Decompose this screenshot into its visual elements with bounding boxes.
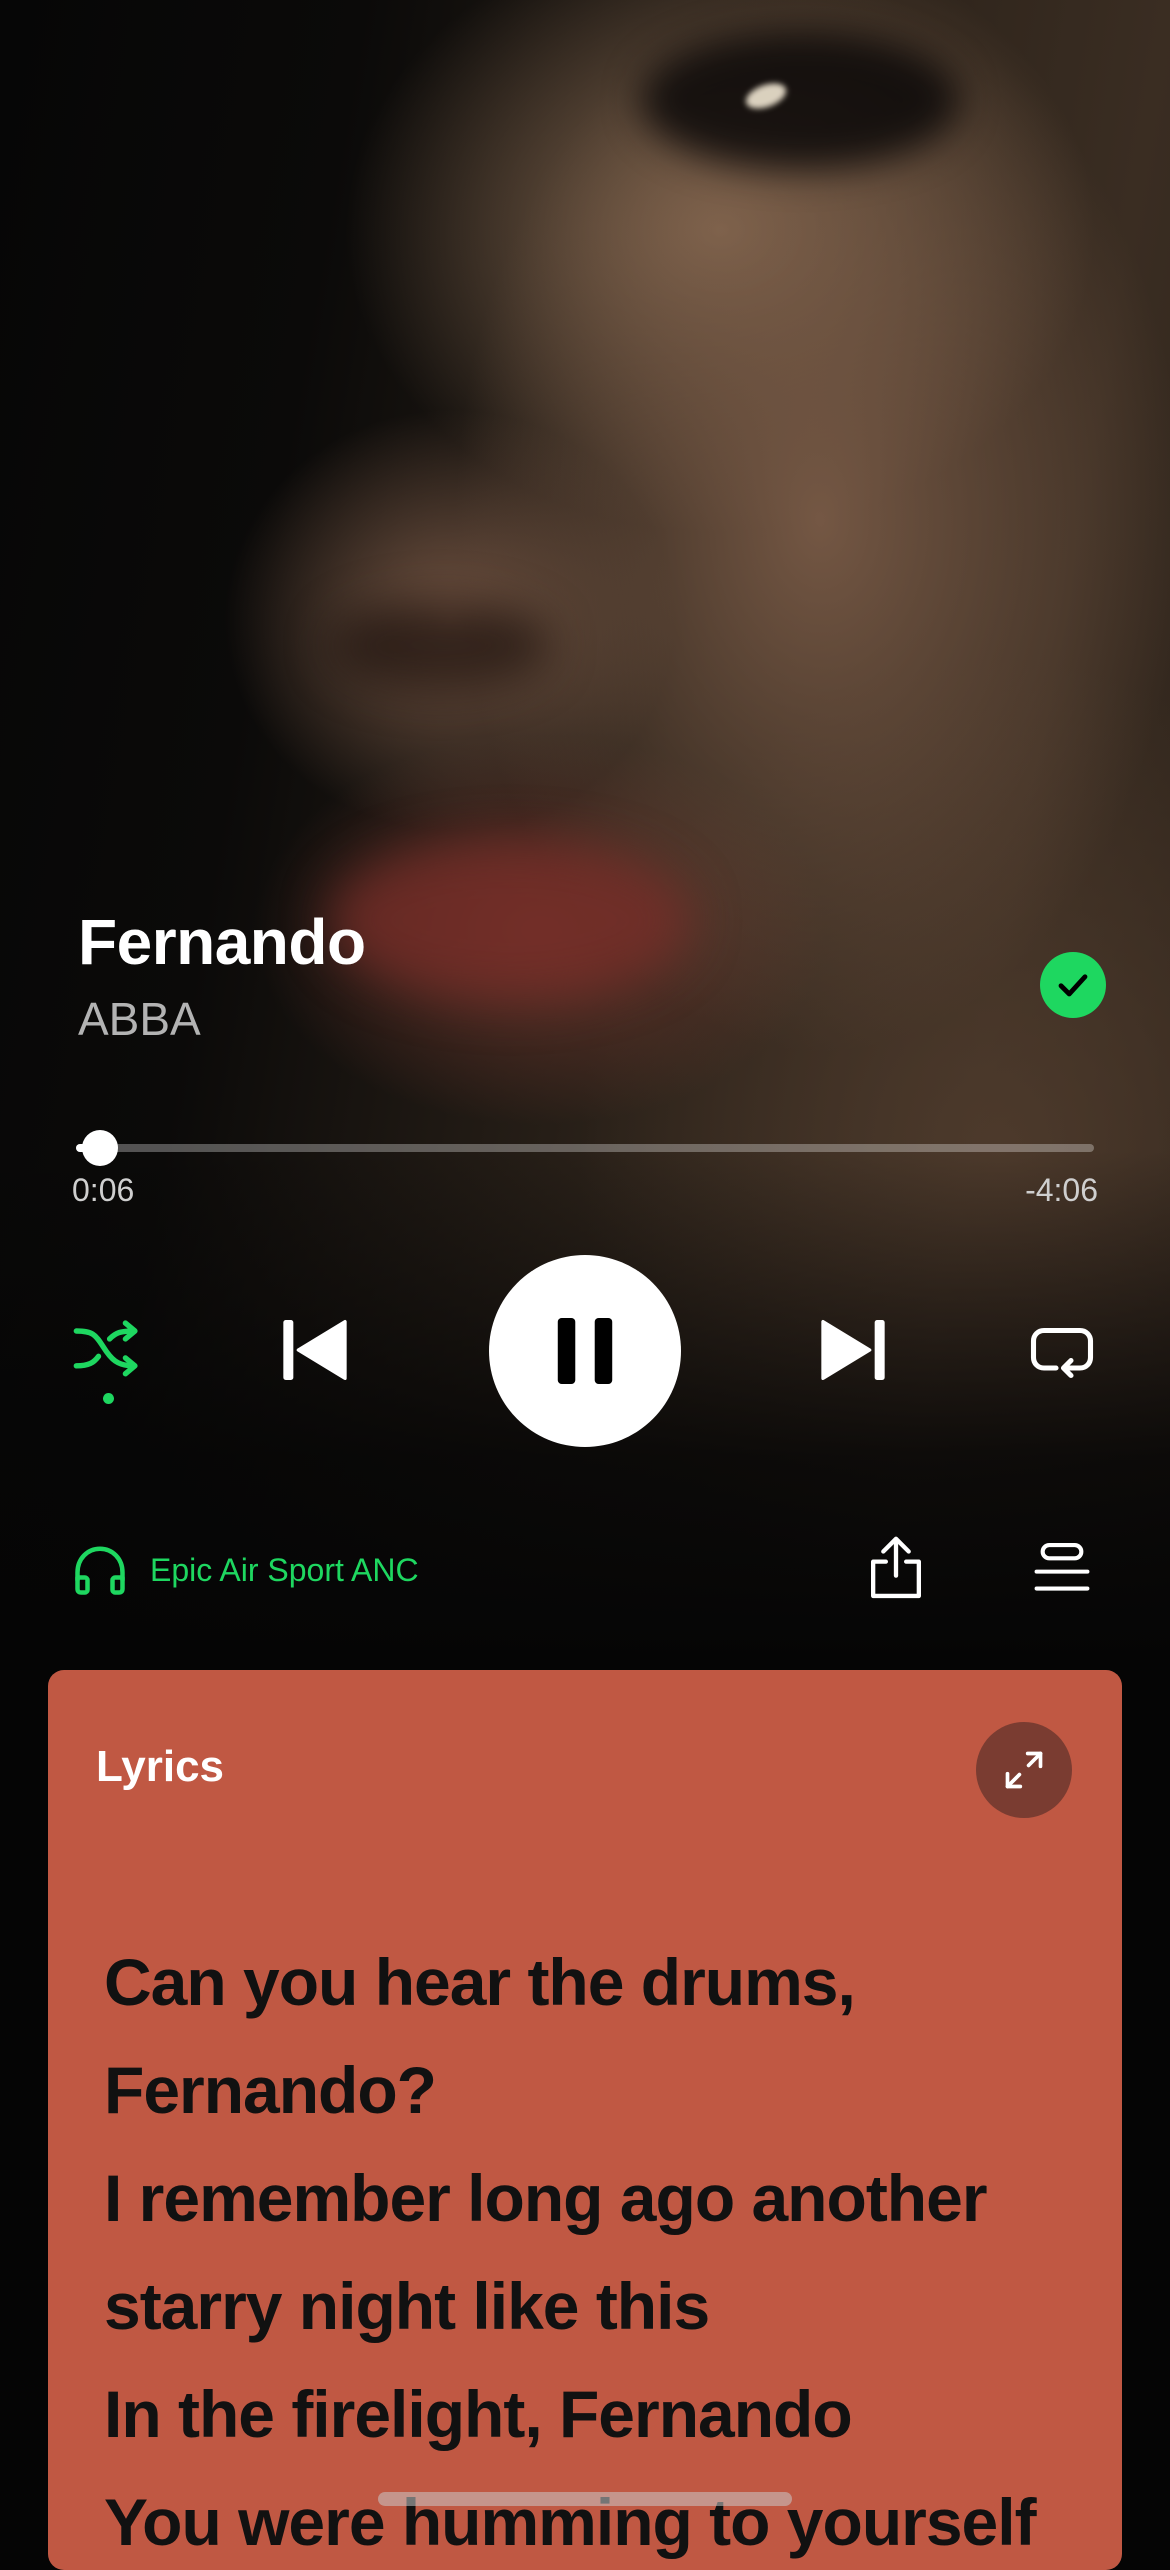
next-button[interactable] xyxy=(813,1310,893,1390)
lyrics-lines: Can you hear the drums, Fernando? I reme… xyxy=(104,1928,1084,2570)
headphones-icon xyxy=(75,1546,125,1595)
pause-icon xyxy=(557,1317,613,1385)
lyric-line: starry night like this xyxy=(104,2269,710,2343)
artwork-eye-shadow xyxy=(640,30,960,170)
track-artist[interactable]: ABBA xyxy=(78,992,201,1046)
progress-bar[interactable] xyxy=(76,1130,1094,1166)
expand-icon xyxy=(1005,1751,1043,1789)
shuffle-button[interactable] xyxy=(68,1310,148,1390)
lyric-line: Can you hear the drums, xyxy=(104,1945,856,2019)
queue-icon xyxy=(1034,1542,1090,1591)
share-button[interactable] xyxy=(858,1530,934,1606)
pause-button[interactable] xyxy=(489,1255,681,1447)
lyric-line: I remember long ago another xyxy=(104,2161,988,2235)
lyric-line: In the firelight, Fernando xyxy=(104,2377,853,2451)
track-title[interactable]: Fernando xyxy=(78,905,366,979)
artwork-lips xyxy=(330,840,690,1000)
artwork-nose-shadow xyxy=(330,600,550,690)
liked-button[interactable] xyxy=(1040,952,1106,1018)
checkmark-icon xyxy=(1058,974,1088,997)
expand-lyrics-button[interactable] xyxy=(976,1722,1072,1818)
shuffle-active-indicator xyxy=(103,1393,114,1404)
time-remaining: -4:06 xyxy=(1025,1172,1098,1208)
lyrics-label: Lyrics xyxy=(96,1742,225,1791)
time-elapsed: 0:06 xyxy=(72,1172,135,1208)
home-indicator[interactable] xyxy=(378,2492,792,2506)
repeat-button[interactable] xyxy=(1022,1310,1102,1390)
device-name: Epic Air Sport ANC xyxy=(150,1551,419,1588)
skip-next-icon xyxy=(821,1320,885,1380)
share-icon xyxy=(870,1536,922,1599)
lyric-line: You were humming to yourself xyxy=(104,2485,1037,2559)
previous-button[interactable] xyxy=(275,1310,355,1390)
lyric-line: Fernando? xyxy=(104,2053,437,2127)
shuffle-icon xyxy=(73,1320,138,1377)
queue-button[interactable] xyxy=(1024,1530,1100,1606)
repeat-icon xyxy=(1030,1327,1094,1379)
skip-previous-icon xyxy=(283,1320,347,1380)
lyrics-card[interactable]: Lyrics Can you hear the drums, Fernando?… xyxy=(48,1670,1122,2570)
connected-device[interactable]: Epic Air Sport ANC xyxy=(70,1535,419,1605)
